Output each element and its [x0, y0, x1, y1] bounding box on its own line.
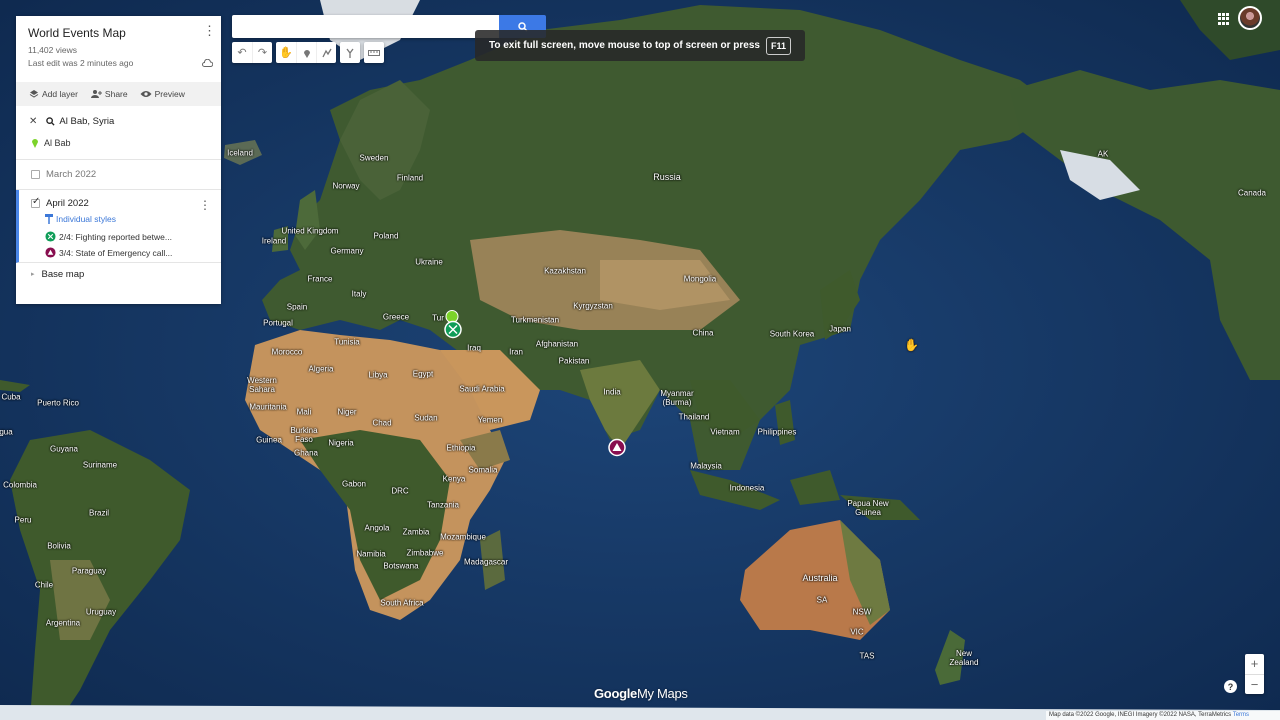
zoom-control: + − — [1245, 654, 1264, 694]
logo-google: Google — [594, 686, 637, 701]
layers-icon — [29, 90, 39, 98]
zoom-in-button[interactable]: + — [1245, 654, 1264, 674]
apps-grid-icon[interactable] — [1218, 13, 1230, 25]
layer-march-label: March 2022 — [46, 169, 97, 180]
ruler-icon[interactable] — [364, 42, 384, 63]
redo-icon[interactable]: ↷ — [252, 42, 272, 63]
panel-actions: Add layer Share Preview — [16, 82, 221, 106]
search-input[interactable] — [232, 15, 500, 38]
add-layer-label: Add layer — [42, 89, 78, 99]
fullscreen-toast-text: To exit full screen, move mouse to top o… — [488, 40, 760, 51]
layer-item-label: 2/4: Fighting reported betwe... — [59, 231, 172, 242]
pan-hand-icon[interactable]: ✋ — [276, 42, 296, 63]
more-options-icon[interactable]: ⋮ — [203, 24, 216, 37]
search-icon — [46, 116, 55, 126]
layer-visibility-checkbox[interactable] — [31, 196, 40, 208]
map-attribution: Map data ©2022 Google, INEGI Imagery ©20… — [1046, 711, 1280, 720]
cloud-saved-icon — [202, 58, 214, 69]
undo-icon[interactable]: ↶ — [232, 42, 252, 63]
avatar[interactable] — [1238, 6, 1262, 30]
base-map-label: Base map — [41, 268, 85, 280]
close-icon[interactable]: ✕ — [29, 116, 37, 127]
directions-icon[interactable] — [340, 42, 360, 63]
layer-april-2022[interactable]: April 2022 ⋮ Individual styles 2/4: Figh… — [16, 190, 221, 263]
view-count: 11,402 views — [28, 45, 77, 55]
search-result-label: Al Bab — [44, 137, 71, 148]
zoom-out-button[interactable]: − — [1245, 673, 1264, 695]
help-button[interactable]: ? — [1224, 680, 1237, 693]
warning-marker-icon — [45, 247, 56, 258]
add-person-icon — [90, 90, 102, 98]
individual-styles-link[interactable]: Individual styles — [45, 214, 221, 224]
paint-roller-icon — [45, 214, 53, 224]
eye-icon — [140, 91, 152, 97]
search-query-text: Al Bab, Syria — [59, 115, 115, 127]
layer-options-icon[interactable]: ⋮ — [199, 198, 211, 212]
layer-april-label: April 2022 — [46, 198, 89, 209]
last-edit-status: Last edit was 2 minutes ago — [28, 58, 134, 68]
attribution-text: Map data ©2022 Google, INEGI Imagery ©20… — [1049, 712, 1232, 718]
layer-march-2022[interactable]: March 2022 — [16, 160, 221, 190]
marker-fighting-icon[interactable] — [444, 320, 462, 344]
hand-cursor-icon: ✋ — [904, 338, 919, 352]
layer-item-label: 3/4: State of Emergency call... — [59, 247, 173, 258]
fullscreen-toast: To exit full screen, move mouse to top o… — [475, 30, 805, 61]
green-pin-icon — [32, 139, 38, 148]
preview-label: Preview — [154, 89, 185, 99]
draw-line-icon[interactable] — [316, 42, 336, 63]
f11-key: F11 — [765, 36, 791, 55]
map-toolbar: ↶ ↷ ✋ — [232, 42, 384, 63]
individual-styles-label: Individual styles — [56, 214, 117, 224]
expand-triangle-icon: ▸ — [31, 271, 35, 278]
share-label: Share — [104, 89, 128, 99]
layer-visibility-checkbox[interactable] — [31, 170, 40, 179]
x-marker-icon — [45, 231, 56, 242]
terms-link[interactable]: Terms — [1233, 712, 1249, 718]
map-title[interactable]: World Events Map — [28, 26, 209, 40]
logo-mymaps: My Maps — [636, 686, 688, 701]
layer-item-fighting[interactable]: 2/4: Fighting reported betwe... — [45, 231, 221, 242]
search-result-item[interactable]: Al Bab — [16, 132, 221, 160]
map-side-panel: World Events Map 11,402 views Last edit … — [16, 16, 221, 304]
google-my-maps-logo: GoogleMy Maps — [594, 686, 688, 701]
search-result-query[interactable]: ✕ Al Bab, Syria — [16, 110, 221, 132]
share-button[interactable]: Share — [90, 89, 128, 99]
add-layer-button[interactable]: Add layer — [29, 89, 78, 99]
marker-emergency-icon[interactable] — [608, 438, 626, 462]
preview-button[interactable]: Preview — [140, 89, 185, 99]
add-marker-icon[interactable] — [296, 42, 316, 63]
layer-item-emergency[interactable]: 3/4: State of Emergency call... — [45, 247, 221, 258]
base-map-toggle[interactable]: ▸ Base map — [16, 263, 221, 285]
